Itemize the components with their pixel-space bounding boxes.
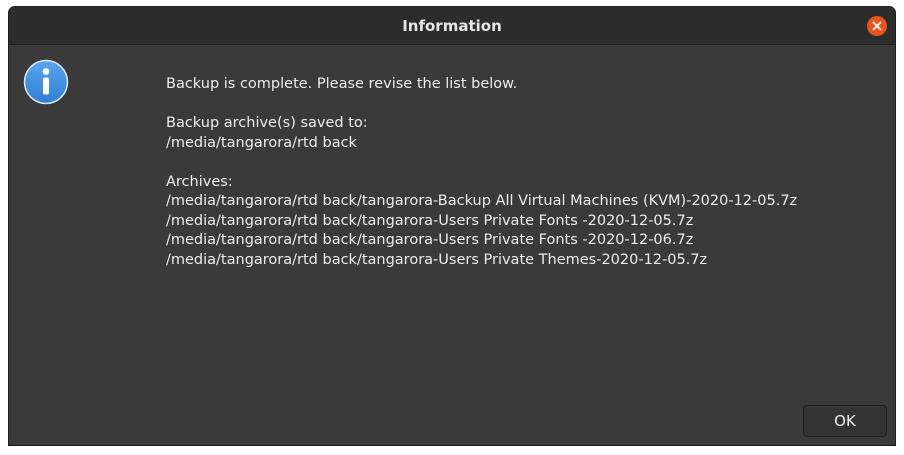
information-dialog: Information Backup is complete. Please r…: [9, 7, 895, 445]
title-bar[interactable]: Information: [9, 7, 895, 45]
close-button[interactable]: [867, 16, 887, 36]
info-icon: [23, 59, 69, 105]
saved-to-label: Backup archive(s) saved to:: [166, 115, 368, 131]
message-area: Backup is complete. Please revise the li…: [166, 75, 866, 270]
archives-label: Archives:: [166, 173, 233, 190]
ok-button[interactable]: OK: [803, 405, 887, 437]
dialog-title: Information: [402, 17, 502, 35]
archive-item: /media/tangarora/rtd back/tangarora-User…: [166, 212, 694, 229]
saved-to-path: /media/tangarora/rtd back: [166, 134, 357, 151]
archive-item: /media/tangarora/rtd back/tangarora-User…: [166, 251, 708, 268]
close-icon: [872, 21, 882, 31]
archive-item: /media/tangarora/rtd back/tangarora-User…: [166, 232, 694, 248]
archive-item: /media/tangarora/rtd back/tangarora-Back…: [166, 193, 798, 209]
intro-text: Backup is complete. Please revise the li…: [166, 76, 518, 92]
